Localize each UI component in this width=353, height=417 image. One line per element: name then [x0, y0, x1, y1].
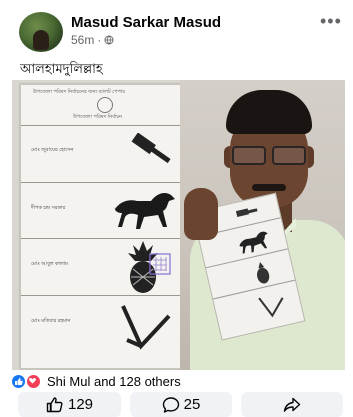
comment-button[interactable]: 25	[130, 392, 232, 417]
action-bar: 129 25	[0, 392, 353, 417]
plough-icon	[121, 305, 171, 350]
post-time[interactable]: 56m	[71, 33, 94, 47]
lens-left	[232, 146, 266, 165]
comment-icon	[162, 396, 179, 413]
like-count: 129	[67, 396, 94, 413]
pineapple-icon	[257, 261, 270, 284]
reaction-label[interactable]: Shi Mul and 128 others	[47, 374, 181, 389]
avatar[interactable]	[19, 12, 63, 52]
love-reaction-icon	[26, 373, 41, 389]
thumbs-up-icon	[46, 397, 63, 413]
more-options-icon[interactable]: •••	[320, 12, 342, 30]
reaction-summary[interactable]: Shi Mul and 128 others	[12, 373, 181, 389]
stamp-mark	[149, 253, 171, 275]
horse-icon	[239, 231, 268, 254]
globe-icon	[104, 35, 114, 45]
moustache	[252, 184, 286, 191]
candidate-name: মোঃ মতিয়ার রহমান	[31, 318, 71, 324]
ballot-row: মোঃ জুবায়ের হোসেন	[21, 125, 184, 183]
share-icon	[283, 397, 301, 412]
post-header: Masud Sarkar Masud 56m · •••	[0, 0, 353, 56]
author-name[interactable]: Masud Sarkar Masud	[71, 14, 221, 31]
ballot-header-line2: উপজেলা পরিষদ নির্বাচন	[73, 114, 123, 120]
seal-icon	[97, 97, 113, 113]
ballot-header: উপজেলা পরিষদ নির্বাচনের জন্য ব্যালট পেপা…	[21, 85, 184, 126]
horse-icon	[114, 193, 175, 229]
hand	[184, 188, 218, 240]
ballot-paper: উপজেলা পরিষদ নির্বাচনের জন্য ব্যালট পেপা…	[20, 84, 185, 369]
ballot-row: মোঃ আবুল কালাম	[21, 239, 184, 296]
like-button[interactable]: 129	[18, 392, 121, 417]
candidate-name: মোঃ জুবায়ের হোসেন	[31, 147, 74, 153]
ballot-header-line1: উপজেলা পরিষদ নির্বাচনের জন্য ব্যালট পেপা…	[33, 89, 125, 95]
post-text: আলহামদুলিল্লাহ	[20, 62, 103, 77]
comment-count: 25	[183, 396, 201, 413]
ballot-row: মোঃ মতিয়ার রহমান	[21, 296, 184, 366]
hammer-icon	[131, 133, 171, 164]
post-photo[interactable]: উপজেলা পরিষদ নির্বাচনের জন্য ব্যালট পেপা…	[12, 80, 345, 370]
plough-icon	[258, 297, 284, 318]
hammer-icon	[235, 208, 258, 217]
post-meta: 56m ·	[71, 33, 114, 47]
meta-separator: ·	[97, 33, 102, 47]
like-reaction-icon	[12, 374, 25, 388]
selfie-photo	[180, 80, 345, 370]
lens-right	[272, 146, 306, 165]
share-button[interactable]	[241, 392, 343, 417]
candidate-name: দীপক চন্দ্র সরকার	[31, 205, 66, 211]
ballot-row: দীপক চন্দ্র সরকার	[21, 183, 184, 239]
ballot-photo: উপজেলা পরিষদ নির্বাচনের জন্য ব্যালট পেপা…	[12, 80, 185, 370]
candidate-name: মোঃ আবুল কালাম	[31, 261, 68, 267]
glasses	[232, 146, 306, 165]
hair	[226, 90, 312, 134]
